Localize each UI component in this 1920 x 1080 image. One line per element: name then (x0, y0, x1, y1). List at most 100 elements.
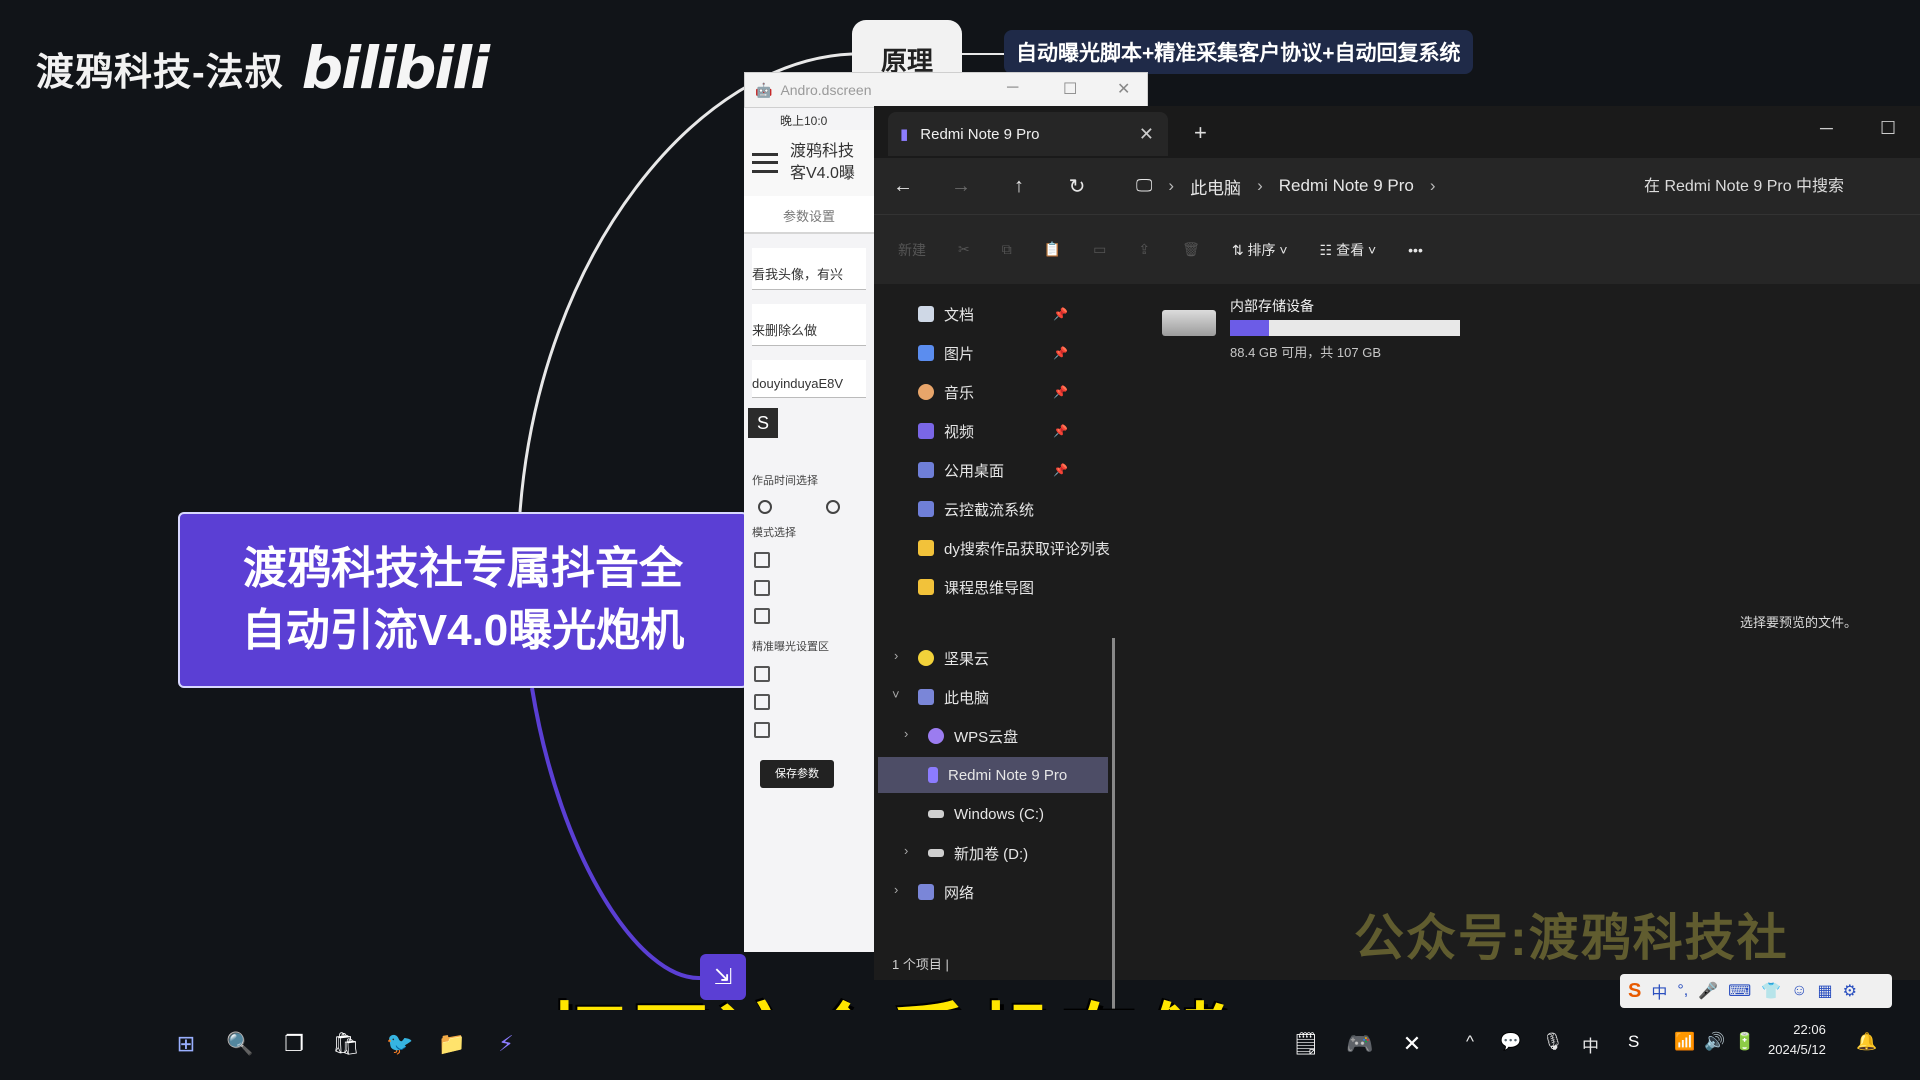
sidebar-item-dy-search[interactable]: dy搜索作品获取评论列表 (918, 530, 1110, 566)
chevron-right-icon[interactable]: › (1430, 176, 1436, 196)
chevron-right-icon[interactable]: › (894, 882, 898, 897)
mindmap-root-node[interactable]: 渡鸦科技社专属抖音全 自动引流V4.0曝光炮机 (178, 512, 748, 688)
sidebar-item-wps-cloud[interactable]: WPS云盘 (928, 718, 1018, 754)
search-input[interactable]: 在 Redmi Note 9 Pro 中搜索 (1644, 172, 1844, 196)
chevron-right-icon[interactable]: › (1168, 176, 1174, 196)
app-icon[interactable]: 🎮 (1344, 1028, 1376, 1060)
wechat-icon[interactable]: 💬 (1500, 1032, 1521, 1052)
cut-icon[interactable]: ✂ (958, 241, 970, 258)
battery-icon[interactable]: 🔋 (1734, 1032, 1755, 1052)
more-options-button[interactable]: ••• (1408, 242, 1423, 258)
file-explorer-icon[interactable]: 📁 (436, 1028, 468, 1060)
store-icon[interactable]: 🛍 (330, 1028, 362, 1060)
start-menu-icon[interactable]: ⊞ (170, 1028, 202, 1060)
refresh-icon[interactable]: ↻ (1048, 174, 1106, 199)
sidebar-item-videos[interactable]: 视频 📌 (918, 413, 1068, 449)
microphone-icon[interactable]: 🎤 (1698, 981, 1718, 1001)
sidebar-item-documents[interactable]: 文档 📌 (918, 296, 1068, 332)
notification-bell-icon[interactable]: 🔔 (1856, 1032, 1877, 1052)
punctuation-icon[interactable]: °, (1677, 982, 1688, 1000)
microphone-icon[interactable]: 🎙 (1542, 1032, 1564, 1052)
chevron-down-icon[interactable]: ˅ (892, 687, 900, 702)
breadcrumb-item[interactable]: 此电脑 (1190, 174, 1241, 199)
chevron-right-icon[interactable]: › (904, 726, 908, 741)
forward-icon[interactable]: → (932, 175, 990, 198)
app-icon[interactable]: ✕ (1396, 1028, 1428, 1060)
sidebar-item-this-pc[interactable]: 此电脑 (918, 679, 989, 715)
folder-icon (918, 579, 934, 595)
reply-text-field-2[interactable]: 来删除么做 (752, 304, 866, 346)
sidebar-item-course-mindmap[interactable]: 课程思维导图 (918, 569, 1034, 605)
sidebar-item-redmi-note-9-pro[interactable]: Redmi Note 9 Pro (878, 757, 1108, 793)
maximize-icon[interactable]: ☐ (1063, 79, 1077, 99)
internal-storage-drive[interactable]: 内部存储设备 88.4 GB 可用，共 107 GB (1162, 296, 1460, 361)
app-icon[interactable]: 🐦 (384, 1028, 416, 1060)
new-button[interactable]: 新建 (898, 240, 926, 260)
radio-option-1[interactable] (758, 500, 772, 514)
save-params-button[interactable]: 保存参数 (760, 760, 834, 788)
delete-icon[interactable]: 🗑 (1182, 241, 1200, 258)
monitor-icon[interactable]: 🖵 (1136, 176, 1152, 196)
app-title-line1: 渡鸦科技 (790, 143, 855, 160)
copy-icon[interactable]: ⧉ (1002, 241, 1012, 258)
volume-icon[interactable]: 🔊 (1704, 1032, 1725, 1052)
phone-window-titlebar[interactable]: 🤖 Andro.dscreen ─ ☐ ✕ (744, 72, 1148, 108)
wifi-icon[interactable]: 📶 (1674, 1032, 1695, 1052)
reply-text-field-1[interactable]: 看我头像，有兴 (752, 248, 866, 290)
ime-settings-icon[interactable]: ⚙ (1843, 981, 1857, 1001)
sidebar-item-network[interactable]: 网络 (918, 874, 974, 910)
view-button[interactable]: ☷ 查看 ˅ (1320, 240, 1377, 260)
up-icon[interactable]: ↑ (990, 175, 1048, 198)
sidebar-item-new-volume-d[interactable]: 新加卷 (D:) (928, 835, 1028, 871)
sidebar-item-nutstore[interactable]: 坚果云 (918, 640, 989, 676)
window-maximize-icon[interactable]: ☐ (1880, 118, 1896, 139)
radio-option-2[interactable] (826, 500, 840, 514)
task-view-icon[interactable]: ❐ (278, 1028, 310, 1060)
app-icon[interactable]: ⚡ (490, 1028, 522, 1060)
new-tab-icon[interactable]: + (1194, 120, 1207, 146)
explorer-tab[interactable]: ▮ Redmi Note 9 Pro ✕ (888, 112, 1168, 156)
close-icon[interactable]: ✕ (1117, 79, 1130, 99)
watermark: 公众号:渡鸦科技社 (1354, 910, 1789, 966)
notepad-icon[interactable]: 🗒 (1290, 1028, 1322, 1060)
sidebar-item-public-desktop[interactable]: 公用桌面 📌 (918, 452, 1068, 488)
share-icon[interactable]: ⇪ (1138, 241, 1150, 258)
precise-checkbox-3[interactable] (754, 722, 874, 738)
window-minimize-icon[interactable]: ─ (1820, 118, 1833, 139)
tab-params[interactable]: 参数设置 (744, 196, 874, 234)
chevron-right-icon[interactable]: › (894, 648, 898, 663)
mode-checkbox-2[interactable] (754, 580, 874, 596)
rename-icon[interactable]: ▭ (1093, 241, 1106, 258)
minimize-icon[interactable]: ─ (1007, 79, 1018, 97)
back-icon[interactable]: ← (874, 175, 932, 198)
chevron-right-icon[interactable]: › (904, 843, 908, 858)
mode-checkbox-3[interactable] (754, 608, 874, 624)
search-icon[interactable]: 🔍 (224, 1028, 256, 1060)
system-clock[interactable]: 22:06 2024/5/12 (1768, 1020, 1826, 1060)
chevron-right-icon[interactable]: › (1257, 176, 1263, 196)
paste-icon[interactable]: 📋 (1044, 241, 1061, 258)
cloud-icon (928, 728, 944, 744)
breadcrumb-item[interactable]: Redmi Note 9 Pro (1279, 176, 1414, 196)
precise-checkbox-1[interactable] (754, 666, 874, 682)
tray-lang[interactable]: 中 (1582, 1032, 1599, 1057)
sidebar-item-music[interactable]: 音乐 📌 (918, 374, 1068, 410)
sidebar-item-windows-c[interactable]: Windows (C:) (928, 796, 1044, 832)
mode-checkbox-1[interactable] (754, 552, 874, 568)
account-field[interactable]: douyinduyaE8V (752, 360, 866, 398)
keyboard-icon[interactable]: ⌨ (1728, 981, 1751, 1001)
mindmap-node-principle-desc[interactable]: 自动曝光脚本+精准采集客户协议+自动回复系统 (1004, 30, 1473, 74)
skin-icon[interactable]: 👕 (1761, 981, 1781, 1001)
sogou-icon[interactable]: S (1628, 980, 1641, 1003)
sidebar-item-cloud-control[interactable]: 云控截流系统 (918, 491, 1034, 527)
chevron-up-icon[interactable]: ^ (1466, 1032, 1474, 1052)
sidebar-item-pictures[interactable]: 图片 📌 (918, 335, 1068, 371)
precise-checkbox-2[interactable] (754, 694, 874, 710)
emoji-icon[interactable]: ☺ (1791, 982, 1807, 1000)
hamburger-menu-icon[interactable] (752, 153, 778, 173)
tab-close-icon[interactable]: ✕ (1139, 124, 1154, 145)
toolbox-icon[interactable]: ▦ (1817, 981, 1832, 1001)
ime-lang-toggle[interactable]: 中 (1651, 979, 1667, 1003)
sogou-tray-icon[interactable]: S (1628, 1032, 1639, 1052)
sort-button[interactable]: ⇅ 排序 ˅ (1232, 240, 1288, 260)
